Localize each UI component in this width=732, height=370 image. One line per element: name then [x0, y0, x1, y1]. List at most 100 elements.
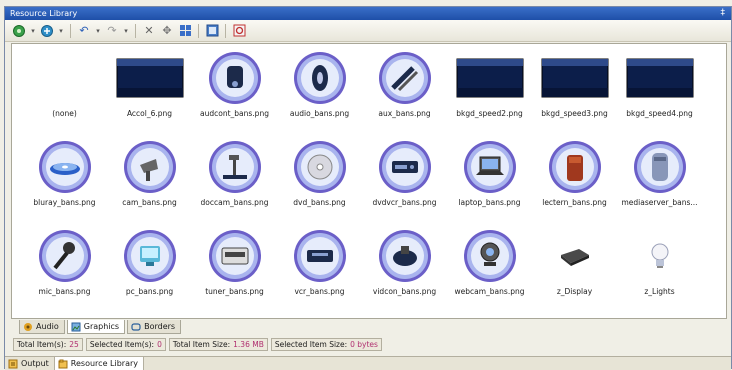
resource-item[interactable]: dvd_bans.png	[277, 137, 362, 226]
redo-dropdown-icon[interactable]: ▾	[122, 23, 130, 39]
pc-icon	[123, 230, 176, 282]
resource-thumbnail	[625, 48, 695, 108]
resource-item[interactable]: webcam_bans.png	[447, 226, 532, 315]
resource-item[interactable]: tuner_bans.png	[192, 226, 277, 315]
total-size-field: Total Item Size: 1.36 MB	[168, 338, 268, 351]
resource-item[interactable]: z_Display	[532, 226, 617, 315]
pin-icon[interactable]: ‡	[721, 7, 726, 20]
resource-item[interactable]: bkgd_speed3.png	[532, 48, 617, 137]
resource-thumbnail	[370, 226, 440, 286]
resource-thumbnail	[200, 137, 270, 197]
add-library-dropdown-icon[interactable]: ▾	[29, 23, 37, 39]
resource-thumbnail	[30, 48, 100, 108]
resource-thumbnail	[115, 226, 185, 286]
window-title: Resource Library	[10, 9, 78, 18]
thumbnail-view-icon[interactable]	[177, 23, 193, 39]
selected-size-label: Selected Item Size:	[274, 340, 348, 349]
resource-thumbnail	[540, 137, 610, 197]
resource-thumbnail	[540, 226, 610, 286]
resource-label: audio_bans.png	[289, 109, 350, 118]
resource-library-window: Resource Library ‡ ▾ ▾ ↶ ▾ ↷ ▾ ✕ ✥ (none…	[4, 6, 732, 370]
add-resource-icon[interactable]	[39, 23, 55, 39]
add-resource-dropdown-icon[interactable]: ▾	[57, 23, 65, 39]
resource-thumbnail	[200, 226, 270, 286]
resource-label: laptop_bans.png	[458, 198, 521, 207]
video-conference-icon	[378, 230, 431, 282]
tab-graphics[interactable]: Graphics	[66, 320, 126, 334]
resource-item[interactable]: bkgd_speed4.png	[617, 48, 702, 137]
selected-items-label: Selected Item(s):	[89, 340, 155, 349]
selected-items-field: Selected Item(s): 0	[85, 338, 166, 351]
resource-label: bkgd_speed3.png	[541, 109, 608, 118]
resource-item[interactable]: aux_bans.png	[362, 48, 447, 137]
undo-dropdown-icon[interactable]: ▾	[94, 23, 102, 39]
laptop-icon	[463, 141, 516, 193]
resource-thumbnail	[285, 137, 355, 197]
resource-label: (none)	[52, 109, 77, 118]
resource-item[interactable]: doccam_bans.png	[192, 137, 277, 226]
move-icon[interactable]: ✥	[159, 23, 175, 39]
resource-item[interactable]: (none)	[22, 48, 107, 137]
tab-output[interactable]: Output	[5, 357, 55, 370]
resource-thumbnail	[625, 137, 695, 197]
audio-speaker-icon	[293, 52, 346, 104]
resource-grid-area[interactable]: (none) Accol_6.png audcont_bans.png audi…	[11, 43, 727, 319]
resource-item[interactable]: bluray_bans.png	[22, 137, 107, 226]
tab-label: Resource Library	[70, 359, 138, 368]
resource-item[interactable]: cam_bans.png	[107, 137, 192, 226]
resource-thumbnail	[455, 137, 525, 197]
resource-item[interactable]: vidcon_bans.png	[362, 226, 447, 315]
graphics-tab-icon	[71, 322, 81, 331]
resource-label: pc_bans.png	[125, 287, 174, 296]
tab-borders[interactable]: Borders	[127, 320, 182, 334]
selected-items-value: 0	[157, 340, 162, 349]
output-icon	[8, 359, 18, 368]
resource-label: mic_bans.png	[38, 287, 91, 296]
document-camera-icon	[208, 141, 261, 193]
resource-item[interactable]: lectern_bans.png	[532, 137, 617, 226]
resource-item[interactable]: dvdvcr_bans.png	[362, 137, 447, 226]
media-server-icon	[633, 141, 686, 193]
resource-item[interactable]: pc_bans.png	[107, 226, 192, 315]
resource-item[interactable]: vcr_bans.png	[277, 226, 362, 315]
resource-label: audcont_bans.png	[200, 109, 269, 118]
audio-tab-icon	[24, 322, 32, 331]
delete-icon[interactable]: ✕	[141, 23, 157, 39]
resource-label: vcr_bans.png	[294, 287, 345, 296]
resource-item[interactable]: mic_bans.png	[22, 226, 107, 315]
tab-label: Borders	[144, 322, 176, 331]
selected-size-value: 0 bytes	[350, 340, 378, 349]
tab-audio[interactable]: Audio	[19, 320, 65, 334]
resource-label: vidcon_bans.png	[372, 287, 437, 296]
total-items-field: Total Item(s): 25	[13, 338, 83, 351]
tab-label: Output	[21, 359, 49, 368]
resource-thumbnail	[625, 226, 695, 286]
selected-size-field: Selected Item Size: 0 bytes	[270, 338, 382, 351]
resource-item[interactable]: mediaserver_bans...	[617, 137, 702, 226]
list-view-icon[interactable]	[204, 23, 220, 39]
total-items-label: Total Item(s):	[17, 340, 67, 349]
resource-thumbnail	[455, 48, 525, 108]
add-library-icon[interactable]	[11, 23, 27, 39]
resource-label: bkgd_speed4.png	[626, 109, 693, 118]
toolbar-separator	[198, 23, 199, 38]
resource-item[interactable]: audcont_bans.png	[192, 48, 277, 137]
resource-thumbnail	[115, 48, 185, 108]
tab-label: Audio	[36, 322, 59, 331]
resource-item[interactable]: laptop_bans.png	[447, 137, 532, 226]
undo-icon[interactable]: ↶	[76, 23, 92, 39]
total-items-value: 25	[69, 340, 79, 349]
resource-item[interactable]: bkgd_speed2.png	[447, 48, 532, 137]
resource-label: dvdvcr_bans.png	[372, 198, 437, 207]
resource-item[interactable]: Accol_6.png	[107, 48, 192, 137]
total-size-value: 1.36 MB	[233, 340, 264, 349]
refresh-icon[interactable]	[231, 23, 247, 39]
resource-item[interactable]: z_Lights	[617, 226, 702, 315]
resource-label: tuner_bans.png	[205, 287, 264, 296]
resource-item[interactable]: audio_bans.png	[277, 48, 362, 137]
tab-resource-library[interactable]: Resource Library	[54, 357, 144, 370]
dvd-disc-icon	[293, 141, 346, 193]
redo-icon[interactable]: ↷	[104, 23, 120, 39]
vcr-icon	[293, 230, 346, 282]
resource-label: mediaserver_bans...	[621, 198, 698, 207]
